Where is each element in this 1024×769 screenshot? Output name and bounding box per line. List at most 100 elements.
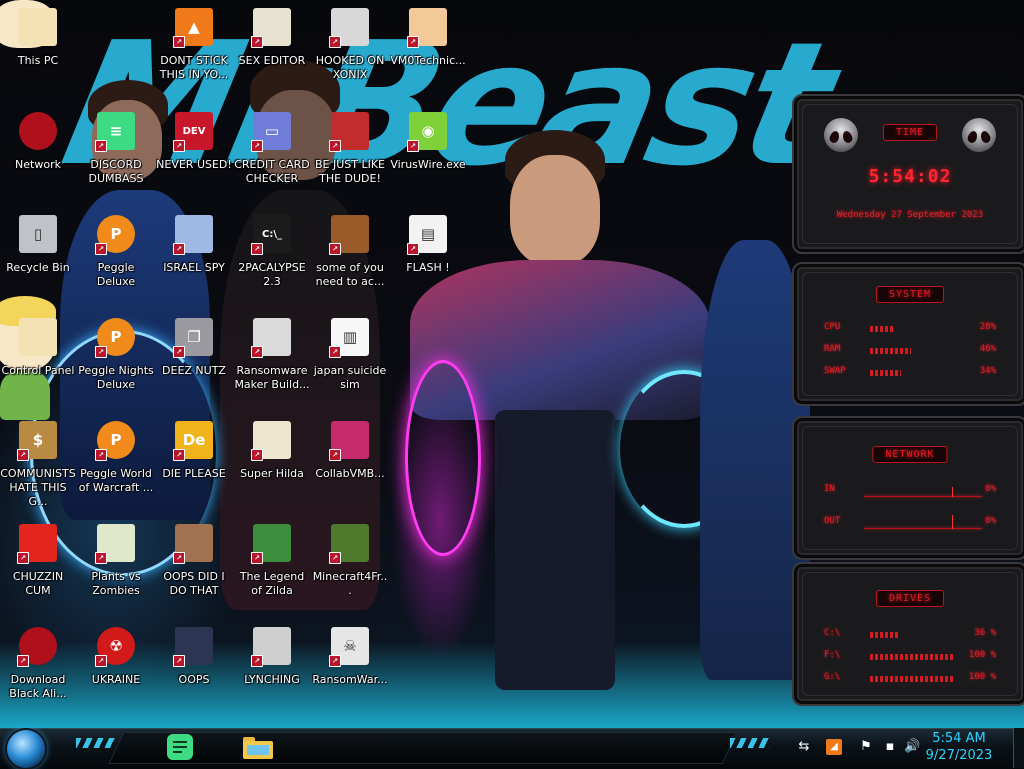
desktop-icon[interactable]: ↗ OOPS xyxy=(156,621,232,717)
desktop-icon[interactable]: ◉ ↗ VirusWire.exe xyxy=(390,106,466,202)
desktop-icon[interactable]: ▭ ↗ CREDIT CARD CHECKER xyxy=(234,106,310,202)
gadget-clock-time: 5:54:02 xyxy=(868,166,952,187)
system-gadget[interactable]: SYSTEM CPU 28% RAM 46% SWAP 34% xyxy=(792,262,1024,406)
desktop-icon[interactable]: Control Panel xyxy=(0,312,76,408)
shortcut-arrow-icon: ↗ xyxy=(173,449,185,461)
desktop-icon[interactable]: P ↗ Peggle Deluxe xyxy=(78,209,154,305)
tray-flag-icon[interactable]: ⚑ xyxy=(858,739,874,755)
desktop-icon[interactable]: De ↗ DIE PLEASE xyxy=(156,415,232,511)
desktop-icon[interactable]: ↗ VM0Technic... xyxy=(390,2,466,98)
taskbar-file-explorer-button[interactable] xyxy=(242,731,274,763)
desktop-icon[interactable]: DEV ↗ NEVER USED! xyxy=(156,106,232,202)
pvz-icon: ↗ xyxy=(95,524,135,564)
desktop-icon[interactable]: ↗ some of you need to ac... xyxy=(312,209,388,305)
shortcut-arrow-icon: ↗ xyxy=(251,346,263,358)
peggle-icon: P ↗ xyxy=(95,318,135,358)
peggle-icon: P ↗ xyxy=(95,421,135,461)
shortcut-arrow-icon: ↗ xyxy=(173,36,185,48)
system-gadget-title: SYSTEM xyxy=(875,286,945,303)
drive-row: F:\ 100 % xyxy=(824,650,996,664)
row-value: 34% xyxy=(979,366,996,376)
shortcut-arrow-icon: ↗ xyxy=(251,655,263,667)
network-gadget-title: NETWORK xyxy=(872,446,948,463)
drives-gadget[interactable]: DRIVES C:\ 36 % F:\ 100 % G:\ 100 % xyxy=(792,562,1024,706)
start-button[interactable] xyxy=(7,730,45,768)
network-out-graph xyxy=(864,515,982,529)
desktop-icon-label: DONT STICK THIS IN YO... xyxy=(159,54,229,81)
tray-monitor-icon[interactable]: ▪ xyxy=(882,739,898,755)
devcpp-icon: DEV ↗ xyxy=(173,112,213,152)
desktop-icon[interactable]: ↗ BE JUST LIKE THE DUDE! xyxy=(312,106,388,202)
window-app-icon: ↗ xyxy=(251,318,291,358)
desktop-icon-label: japan suicide sim xyxy=(313,364,387,391)
desktop-icon-label: NEVER USED! xyxy=(156,158,232,171)
shortcut-arrow-icon: ↗ xyxy=(251,36,263,48)
desktop-icon[interactable]: ≡ ↗ DISCORD DUMBASS xyxy=(78,106,154,202)
tray-app-icon[interactable]: ◢ xyxy=(826,739,842,755)
show-desktop-button[interactable] xyxy=(1013,728,1024,768)
desktop-icon[interactable]: ↗ LYNCHING xyxy=(234,621,310,717)
star-vs-forces-icon xyxy=(19,8,57,46)
desktop-icon[interactable]: ❐ ↗ DEEZ NUTZ xyxy=(156,312,232,408)
desktop-icon[interactable]: P ↗ Peggle Nights Deluxe xyxy=(78,312,154,408)
desktop-icon[interactable]: ↗ The Legend of Zilda xyxy=(234,518,310,614)
desktop-icon-label: This PC xyxy=(17,54,59,67)
desktop-icon[interactable]: ↗ Minecraft4Fr... xyxy=(312,518,388,614)
desktop-icon-label: VirusWire.exe xyxy=(390,158,466,171)
desktop-icon[interactable]: P ↗ Peggle World of Warcraft ... xyxy=(78,415,154,511)
network-cable-icon: ↗ xyxy=(173,215,213,255)
taskbar-chat-app-button[interactable] xyxy=(164,731,196,763)
desktop-icon[interactable]: ▥ ↗ japan suicide sim xyxy=(312,312,388,408)
system-row: SWAP 34% xyxy=(824,366,996,380)
alien-head-icon xyxy=(824,118,858,152)
desktop-icon-label: Control Panel xyxy=(1,364,75,377)
tray-network-icon[interactable]: ⇆ xyxy=(796,739,812,755)
money-bag-icon: $ ↗ xyxy=(17,421,57,461)
vlc-cone-icon: ▲ ↗ xyxy=(173,8,213,48)
shortcut-arrow-icon: ↗ xyxy=(251,243,263,255)
desktop-icon[interactable]: ▯ Recycle Bin xyxy=(0,209,76,305)
desktop-icon[interactable]: ☢ ↗ UKRAINE xyxy=(78,621,154,717)
system-row: RAM 46% xyxy=(824,344,996,358)
desktop-icon[interactable]: ↗ Plants vs Zombies xyxy=(78,518,154,614)
desktop-icon[interactable]: ↗ Super Hilda xyxy=(234,415,310,511)
drive-row: C:\ 36 % xyxy=(824,628,996,642)
desktop-icon-label: SEX EDITOR xyxy=(238,54,306,67)
desktop-icon[interactable]: ↗ OOPS DID I DO THAT xyxy=(156,518,232,614)
desktop-icon[interactable]: This PC xyxy=(0,2,76,98)
desktop-icon[interactable]: ↗ CollabVMB... xyxy=(312,415,388,511)
desktop-icon[interactable]: ↗ CHUZZIN CUM xyxy=(0,518,76,614)
shortcut-arrow-icon: ↗ xyxy=(407,140,419,152)
row-value: 36 % xyxy=(974,628,996,638)
shortcut-arrow-icon: ↗ xyxy=(329,243,341,255)
desktop-icon[interactable]: ▤ ↗ FLASH ! xyxy=(390,209,466,305)
row-value: 46% xyxy=(979,344,996,354)
pixel-game-icon: ↗ xyxy=(251,421,291,461)
shortcut-arrow-icon: ↗ xyxy=(251,140,263,152)
santa-icon: ↗ xyxy=(329,112,369,152)
desktop-icon[interactable]: ↗ ISRAEL SPY xyxy=(156,209,232,305)
desktop-icon[interactable]: ☠ ↗ RansomWar... xyxy=(312,621,388,717)
network-gadget[interactable]: NETWORK IN 0% OUT 0% xyxy=(792,416,1024,560)
row-label: RAM xyxy=(824,344,841,354)
shortcut-arrow-icon: ↗ xyxy=(17,449,29,461)
chat-app-icon xyxy=(167,734,193,760)
time-gadget[interactable]: TIME 5:54:02 Wednesday 27 September 2023 xyxy=(792,94,1024,254)
alien-head-icon xyxy=(962,118,996,152)
desktop-icon[interactable]: ↗ HOOKED ON XONIX xyxy=(312,2,388,98)
desktop-icon[interactable]: Network xyxy=(0,106,76,202)
desktop-icon[interactable]: C:\_ ↗ 2PACALYPSE 2.3 xyxy=(234,209,310,305)
desktop-icon[interactable]: $ ↗ COMMUNISTS HATE THIS G... xyxy=(0,415,76,511)
taskbar-clock[interactable]: 5:54 AM 9/27/2023 xyxy=(918,730,1000,764)
desktop-icon[interactable]: ↗ Ransomware Maker Build... xyxy=(234,312,310,408)
skull-icon: ☠ ↗ xyxy=(329,627,369,667)
taskbar-decoration-right xyxy=(730,738,770,748)
desktop-icon[interactable]: ↗ Download Black Ali... xyxy=(0,621,76,717)
desktop-icon[interactable]: ▲ ↗ DONT STICK THIS IN YO... xyxy=(156,2,232,98)
desktop-icon[interactable]: ↗ SEX EDITOR xyxy=(234,2,310,98)
desktop-icon-label: LYNCHING xyxy=(244,673,300,686)
desktop-icon-label: ISRAEL SPY xyxy=(163,261,225,274)
taskbar-clock-time: 5:54 AM xyxy=(932,731,986,746)
red-orb-icon xyxy=(19,112,57,150)
desktop-icon-label: Download Black Ali... xyxy=(9,673,67,700)
